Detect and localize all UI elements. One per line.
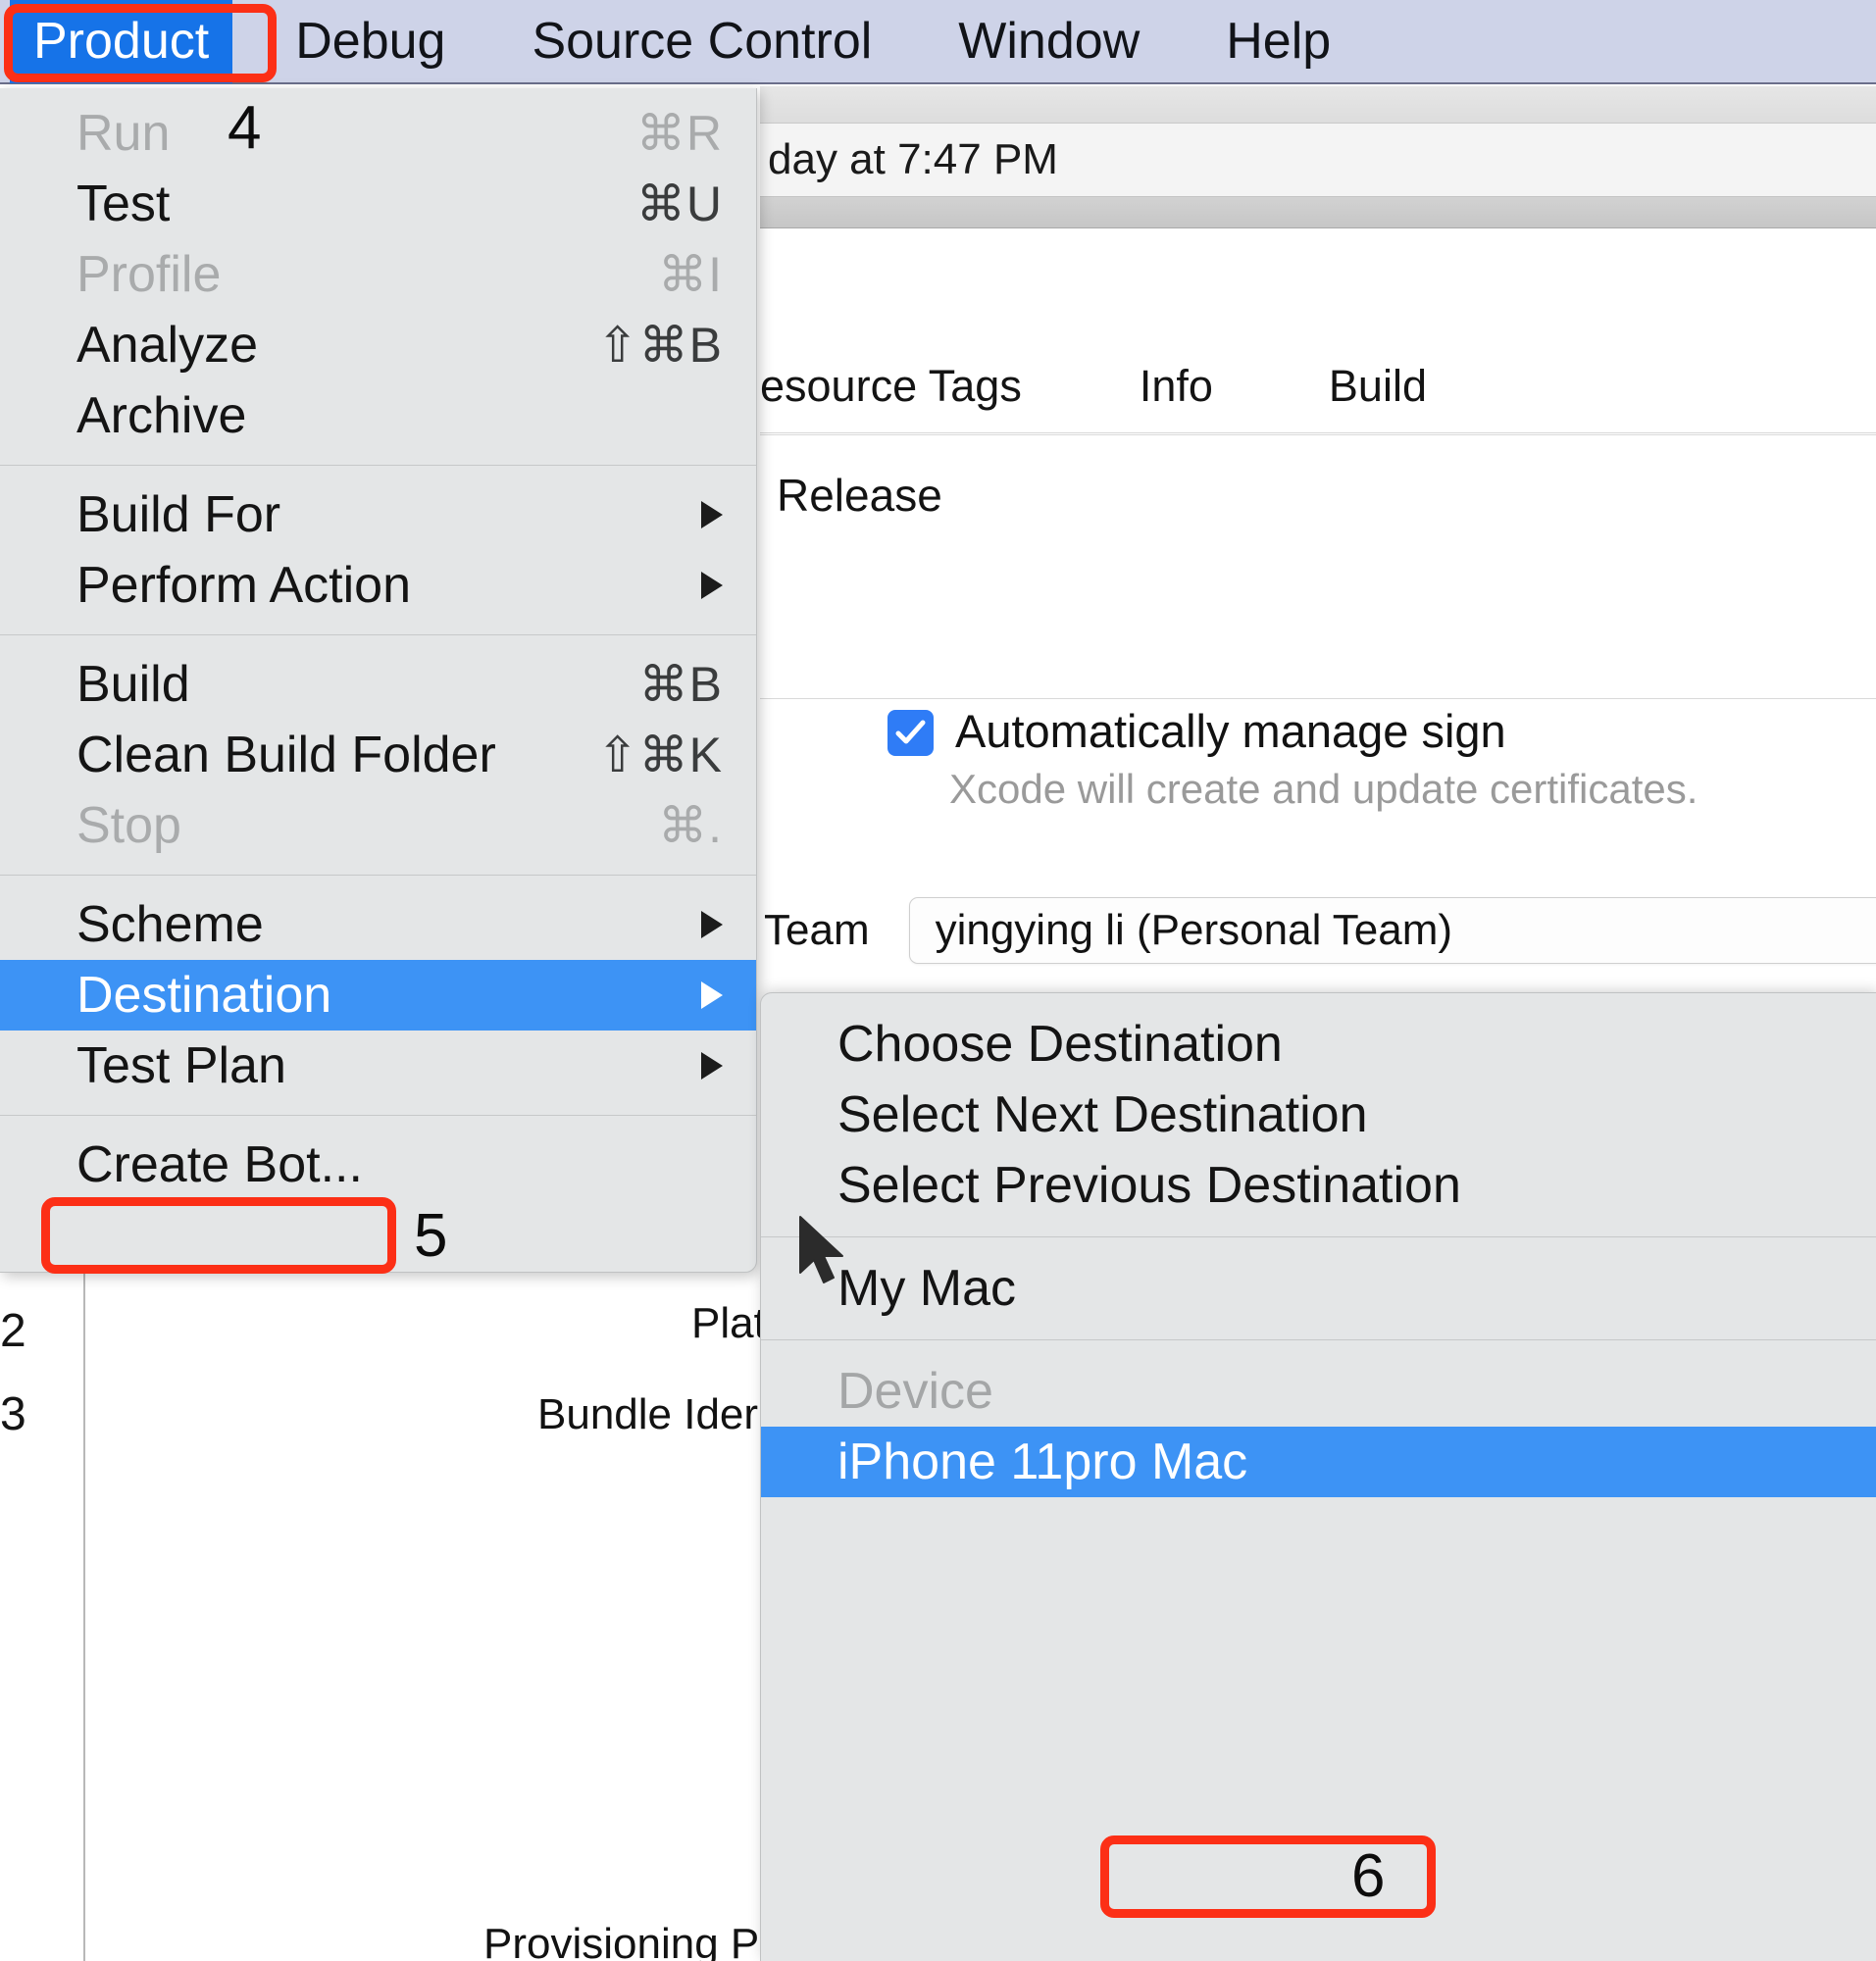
- tab-info[interactable]: Info: [1140, 361, 1213, 412]
- menu-item-test-plan[interactable]: Test Plan: [0, 1031, 756, 1101]
- gutter-divider: [83, 1270, 85, 1961]
- submenu-item-iphone-11pro-mac[interactable]: iPhone 11pro Mac: [761, 1427, 1876, 1497]
- menu-item-shortcut: ⌘I: [658, 247, 723, 302]
- menu-bar: Product Debug Source Control Window Help: [0, 0, 1876, 84]
- menubar-item-window[interactable]: Window: [935, 0, 1163, 83]
- menu-item-label: Create Bot...: [76, 1136, 363, 1193]
- mouse-pointer-icon: [796, 1214, 849, 1291]
- submenu-item-select-next-destination[interactable]: Select Next Destination: [761, 1080, 1876, 1150]
- chevron-right-icon: [701, 501, 723, 528]
- menu-separator: [0, 634, 756, 635]
- menu-item-stop[interactable]: Stop ⌘.: [0, 790, 756, 861]
- submenu-section-label: Device: [837, 1363, 993, 1420]
- menubar-item-help[interactable]: Help: [1202, 0, 1354, 83]
- menu-item-profile[interactable]: Profile ⌘I: [0, 239, 756, 310]
- menu-item-label: Test Plan: [76, 1037, 286, 1094]
- menu-item-scheme[interactable]: Scheme: [0, 889, 756, 960]
- menu-item-shortcut: ⌘B: [638, 657, 723, 712]
- automatically-manage-signing-row[interactable]: Automatically manage sign: [887, 704, 1506, 758]
- menu-item-build[interactable]: Build ⌘B: [0, 649, 756, 720]
- menubar-item-product[interactable]: Product: [10, 0, 233, 83]
- project-editor-tabs: esource Tags Info Build: [760, 338, 1876, 433]
- annotation-step-4: 4: [228, 94, 262, 162]
- annotation-step-5: 5: [414, 1202, 448, 1270]
- provisioning-field-label: Provisioning P: [483, 1920, 760, 1961]
- menu-item-label: Stop: [76, 797, 181, 854]
- menu-item-shortcut: ⇧⌘K: [596, 728, 723, 782]
- menu-item-destination[interactable]: Destination: [0, 960, 756, 1031]
- pane-divider-bar: [760, 197, 1876, 228]
- menu-item-label: Profile: [76, 246, 222, 303]
- line-number: 3: [0, 1388, 26, 1440]
- menubar-item-debug[interactable]: Debug: [272, 0, 469, 83]
- menu-item-shortcut: ⌘U: [635, 176, 723, 231]
- submenu-item-label: iPhone 11pro Mac: [837, 1433, 1248, 1490]
- menu-item-label: Destination: [76, 967, 332, 1024]
- menu-item-label: Archive: [76, 387, 247, 444]
- menu-item-shortcut: ⇧⌘B: [596, 318, 723, 373]
- bundle-identifier-field-label: Bundle Ider: [537, 1390, 759, 1438]
- submenu-item-label: Select Next Destination: [837, 1086, 1368, 1143]
- submenu-section-header-device: Device: [761, 1356, 1876, 1427]
- menu-item-archive[interactable]: Archive: [0, 380, 756, 451]
- chevron-right-icon: [701, 572, 723, 599]
- menu-item-clean-build-folder[interactable]: Clean Build Folder ⇧⌘K: [0, 720, 756, 790]
- menu-item-label: Scheme: [76, 896, 264, 953]
- team-label: Team: [764, 906, 870, 954]
- menu-separator: [0, 465, 756, 466]
- submenu-item-label: Select Previous Destination: [837, 1157, 1461, 1214]
- checkbox-checked-icon[interactable]: [887, 710, 934, 756]
- menu-item-shortcut: ⌘.: [658, 798, 723, 853]
- line-number: 2: [0, 1305, 26, 1357]
- menu-item-label: Analyze: [76, 317, 258, 374]
- submenu-item-my-mac[interactable]: My Mac: [761, 1253, 1876, 1324]
- annotation-step-6: 6: [1351, 1842, 1386, 1910]
- menu-item-label: Run: [76, 105, 171, 162]
- menu-item-label: Build: [76, 656, 190, 713]
- row-divider-bottom: [760, 698, 1876, 699]
- tab-build[interactable]: Build: [1329, 361, 1427, 412]
- menu-item-perform-action[interactable]: Perform Action: [0, 550, 756, 621]
- destination-submenu: Choose Destination Select Next Destinati…: [760, 992, 1876, 1961]
- automatically-manage-signing-label: Automatically manage sign: [955, 705, 1506, 757]
- chevron-right-icon: [701, 1052, 723, 1080]
- submenu-separator: [761, 1339, 1876, 1340]
- submenu-item-select-previous-destination[interactable]: Select Previous Destination: [761, 1150, 1876, 1221]
- chevron-right-icon: [701, 911, 723, 938]
- signing-help-note: Xcode will create and update certificate…: [949, 766, 1699, 812]
- submenu-item-label: My Mac: [837, 1260, 1016, 1317]
- tab-resource-tags[interactable]: esource Tags: [760, 361, 1022, 412]
- menubar-item-source-control[interactable]: Source Control: [508, 0, 895, 83]
- menu-item-label: Perform Action: [76, 557, 412, 614]
- last-modified-bar: day at 7:47 PM: [760, 124, 1876, 197]
- menu-item-run[interactable]: Run ⌘R: [0, 98, 756, 169]
- menu-separator: [0, 1115, 756, 1116]
- menu-separator: [0, 875, 756, 876]
- menu-item-label: Test: [76, 176, 171, 232]
- menu-item-label: Clean Build Folder: [76, 727, 496, 783]
- last-modified-text: day at 7:47 PM: [768, 135, 1058, 183]
- team-row: Team yingying li (Personal Team): [760, 897, 1876, 964]
- menu-item-build-for[interactable]: Build For: [0, 479, 756, 550]
- chevron-right-icon: [701, 981, 723, 1009]
- submenu-separator: [761, 1236, 1876, 1237]
- team-select[interactable]: yingying li (Personal Team): [908, 897, 1876, 964]
- toolbar-strip: [760, 86, 1876, 124]
- configuration-release-value: Release: [777, 470, 942, 521]
- submenu-item-label: Choose Destination: [837, 1016, 1283, 1073]
- menu-item-shortcut: ⌘R: [635, 106, 723, 161]
- menu-item-test[interactable]: Test ⌘U: [0, 169, 756, 239]
- menu-item-analyze[interactable]: Analyze ⇧⌘B: [0, 310, 756, 380]
- submenu-item-choose-destination[interactable]: Choose Destination: [761, 1009, 1876, 1080]
- menu-item-create-bot[interactable]: Create Bot...: [0, 1130, 756, 1200]
- product-dropdown-menu: Run ⌘R Test ⌘U Profile ⌘I Analyze ⇧⌘B Ar…: [0, 88, 757, 1273]
- menu-item-label: Build For: [76, 486, 281, 543]
- row-divider-top: [760, 434, 1876, 435]
- platform-field-label: Plat: [691, 1299, 766, 1347]
